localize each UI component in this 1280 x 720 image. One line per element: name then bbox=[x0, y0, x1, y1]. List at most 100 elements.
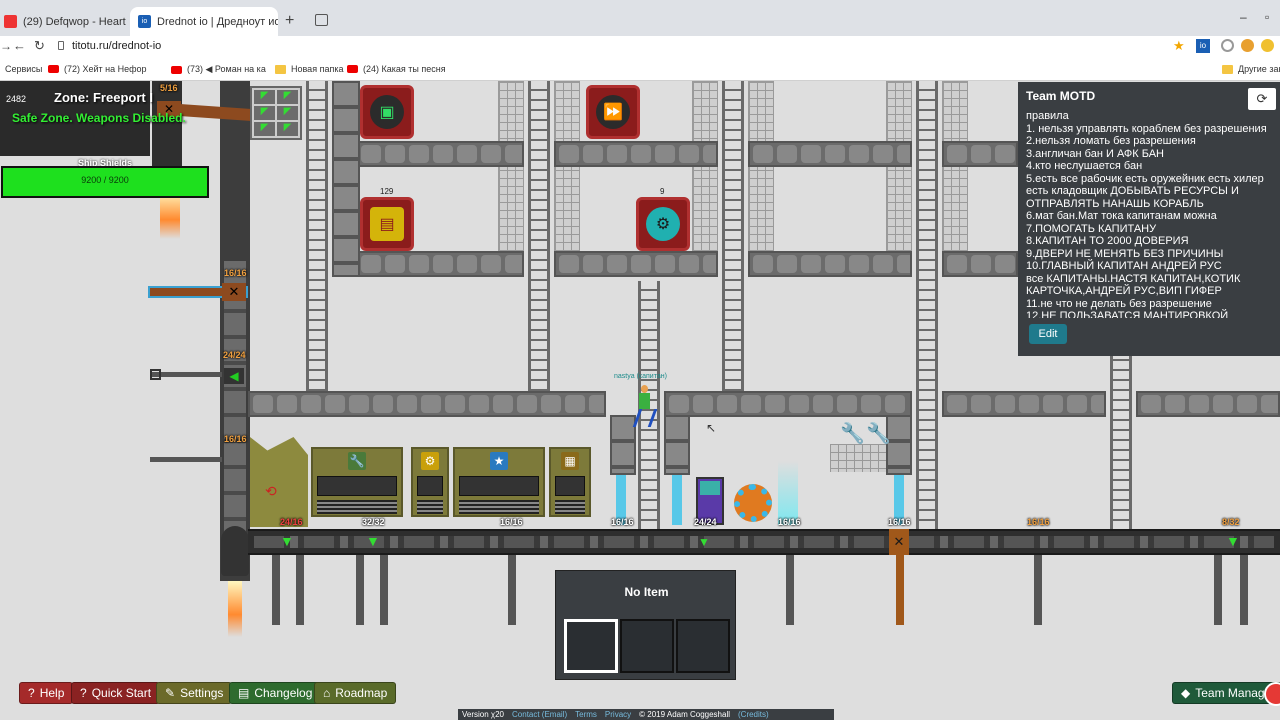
hull-row bbox=[748, 141, 912, 167]
tab-title: Drednot io | Дредноут ио — bbox=[157, 15, 278, 28]
new-tab-icon[interactable]: + bbox=[285, 12, 294, 30]
page-info-icon[interactable] bbox=[58, 41, 64, 50]
motd-line: 9.ДВЕРИ НЕ МЕНЯТЬ БЕЗ ПРИЧИНЫ bbox=[1026, 247, 1224, 260]
hull-floor bbox=[248, 529, 1280, 555]
motd-line: 1. нельзя управлять кораблем без разреше… bbox=[1026, 122, 1267, 135]
question-icon: ? bbox=[80, 686, 87, 700]
quick-start-button[interactable]: ? Quick Start bbox=[71, 682, 161, 704]
address-bar: → ← ↻ titotu.ru/drednot-io ★ io bbox=[0, 36, 1280, 59]
bottom-count: 8/32 bbox=[1222, 517, 1240, 527]
changelog-button[interactable]: ▤ Changelog bbox=[229, 682, 322, 704]
roadmap-button[interactable]: ⌂ Roadmap bbox=[314, 682, 397, 704]
module-count: 9 bbox=[660, 187, 665, 196]
wrench-icon: 🔧 bbox=[840, 423, 865, 445]
player-body[interactable] bbox=[639, 393, 650, 409]
crate-icon: ▤ bbox=[370, 207, 404, 241]
extension-icon[interactable] bbox=[1221, 39, 1234, 52]
inventory-slot-selected[interactable] bbox=[564, 619, 618, 673]
turret-icon: ✕ bbox=[889, 529, 909, 555]
bookmarks-bar: Сервисы (72) Хейт на Нефор (73) ◀ Роман … bbox=[0, 59, 1280, 81]
help-button[interactable]: ? Help bbox=[19, 682, 74, 704]
beam bbox=[778, 461, 798, 525]
extension-io-icon[interactable]: io bbox=[1196, 39, 1210, 53]
motd-line: 4.кто неслушается бан bbox=[1026, 160, 1143, 172]
url-field[interactable]: titotu.ru/drednot-io bbox=[72, 40, 161, 52]
inventory-slot[interactable] bbox=[620, 619, 674, 673]
ladder bbox=[528, 81, 550, 391]
bookmark-item[interactable]: (73) ◀ Роман на ка bbox=[171, 64, 266, 75]
wrench-icon: 🔧 bbox=[866, 423, 891, 445]
folder-icon bbox=[275, 64, 286, 74]
strut bbox=[1240, 555, 1248, 625]
refresh-icon[interactable]: ⟳ bbox=[1248, 88, 1276, 110]
forward-icon[interactable]: → bbox=[0, 39, 12, 53]
shields-value: 9200 / 9200 bbox=[81, 175, 129, 185]
settings-button[interactable]: ✎ Settings bbox=[156, 682, 233, 704]
pipe bbox=[672, 475, 682, 525]
turret-count: 5/16 bbox=[160, 83, 178, 93]
fabricator[interactable]: ★ bbox=[453, 447, 545, 517]
fab-count: 16/16 bbox=[500, 517, 523, 527]
tab-title: (29) Defqwop - Heart Afire (N bbox=[23, 15, 128, 28]
bottom-count: 16/16 bbox=[611, 517, 634, 527]
other-bookmarks[interactable]: Другие зак bbox=[1222, 64, 1280, 74]
extension-icon[interactable] bbox=[1261, 39, 1274, 52]
motd-text: правила 1. нельзя управлять кораблем без … bbox=[1026, 110, 1278, 318]
browser-tab-bar: (29) Defqwop - Heart Afire (N ✕ io Dredn… bbox=[0, 0, 1280, 36]
hull-row bbox=[748, 251, 912, 277]
tab-search-icon[interactable] bbox=[315, 14, 328, 26]
extension-icon[interactable] bbox=[1241, 39, 1254, 52]
credits-link[interactable]: (Credits) bbox=[738, 710, 769, 719]
player-name: nastya (капитан) bbox=[614, 373, 667, 380]
motd-line: 7.ПОМОГАТЬ КАПИТАНУ bbox=[1026, 222, 1157, 235]
edit-button[interactable]: Edit bbox=[1029, 324, 1067, 344]
motd-line: 11.не что не делать без разрешение bbox=[1026, 297, 1212, 310]
hull-row bbox=[942, 251, 1018, 277]
minimize-icon[interactable]: – bbox=[1240, 10, 1247, 24]
turret-count: 16/16 bbox=[224, 268, 247, 278]
privacy-link[interactable]: Privacy bbox=[605, 710, 631, 719]
module-red[interactable]: ▣ bbox=[360, 85, 414, 139]
player-head bbox=[641, 385, 648, 393]
inventory-slot[interactable] bbox=[676, 619, 730, 673]
module-red[interactable]: ⏩ bbox=[586, 85, 640, 139]
bookmark-item[interactable]: (24) Какая ты песня bbox=[347, 64, 446, 74]
youtube-icon bbox=[48, 65, 59, 73]
footer: Version χ20 Contact (Email) Terms Privac… bbox=[458, 709, 834, 720]
motd-line: 5.есть все рабочик есть оружейник есть х… bbox=[1026, 172, 1264, 185]
motd-line: правила bbox=[1026, 110, 1069, 122]
hull-row bbox=[554, 141, 718, 167]
grate bbox=[692, 81, 718, 271]
hull-row bbox=[942, 141, 1018, 167]
back-icon[interactable]: ← bbox=[13, 38, 26, 53]
motd-line: 10.ГЛАВНЫЙ КАПИТАН АНДРЕЙ РУС bbox=[1026, 260, 1222, 272]
browser-tab-active[interactable]: io Drednot io | Дредноут ио — ✕ bbox=[130, 7, 278, 36]
arrow-down-icon: ▼ bbox=[280, 533, 294, 549]
browser-tab[interactable]: (29) Defqwop - Heart Afire (N ✕ bbox=[0, 7, 128, 36]
fabricator[interactable]: ⚙ bbox=[411, 447, 449, 517]
contact-link[interactable]: Contact (Email) bbox=[512, 710, 567, 719]
fast-forward-icon: ⏩ bbox=[596, 95, 630, 129]
fabricator[interactable]: ▦ bbox=[549, 447, 591, 517]
bookmark-item[interactable]: (72) Хейт на Нефор bbox=[48, 64, 147, 74]
thruster-flame-icon bbox=[228, 581, 242, 637]
thruster-flame-icon bbox=[160, 191, 180, 239]
fabricator[interactable]: 🔧 bbox=[311, 447, 403, 517]
bookmark-item[interactable]: Сервисы bbox=[5, 64, 42, 74]
motd-line: все КАПИТАНЫ.НАСТЯ КАПИТАН,КОТИК bbox=[1026, 272, 1241, 285]
module-red[interactable]: ⚙ bbox=[636, 197, 690, 251]
star-icon: ★ bbox=[490, 452, 508, 470]
bookmark-item[interactable]: Новая папка bbox=[275, 64, 343, 74]
maximize-icon[interactable]: ▫ bbox=[1265, 10, 1269, 24]
terms-link[interactable]: Terms bbox=[575, 710, 597, 719]
strut bbox=[896, 555, 904, 625]
wrench-icon: ✎ bbox=[165, 686, 176, 700]
bookmark-star-icon[interactable]: ★ bbox=[1173, 38, 1185, 54]
turret-icon: ✕ bbox=[222, 283, 246, 301]
motd-line: 6.мат бан.Мат тока капитанам можна bbox=[1026, 210, 1217, 222]
salvage-machine[interactable] bbox=[250, 437, 308, 527]
module-red[interactable]: ▤ bbox=[360, 197, 414, 251]
zone-name: Zone: Freeport I bbox=[54, 90, 153, 105]
motd-line: 2.нельзя ломать без разрешения bbox=[1026, 135, 1196, 147]
reload-icon[interactable]: ↻ bbox=[34, 38, 45, 54]
